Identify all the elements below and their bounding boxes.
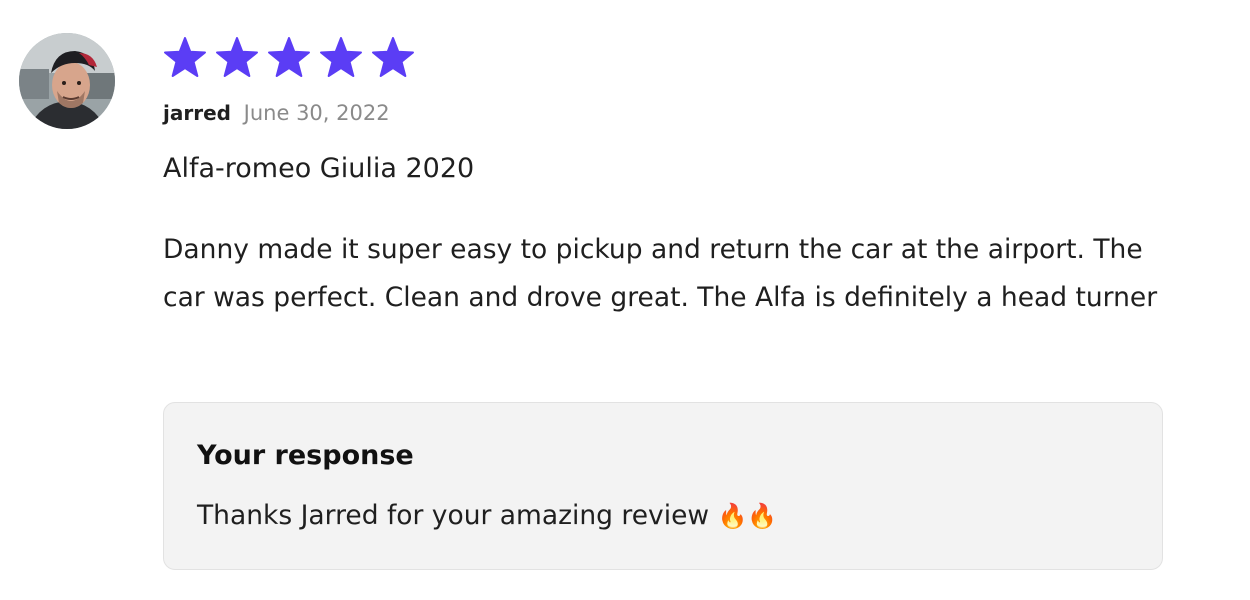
response-text: Thanks Jarred for your amazing review <box>197 500 710 531</box>
star-icon <box>163 37 207 79</box>
response-text-line: Thanks Jarred for your amazing review 🔥🔥 <box>197 499 777 533</box>
star-rating <box>163 37 415 79</box>
star-icon <box>267 37 311 79</box>
review-card: jarred June 30, 2022 Alfa-romeo Giulia 2… <box>0 0 1250 600</box>
vehicle-title: Alfa-romeo Giulia 2020 <box>163 153 475 184</box>
avatar <box>19 33 115 129</box>
response-heading: Your response <box>197 440 414 471</box>
fire-emoji: 🔥🔥 <box>717 502 778 530</box>
review-date: June 30, 2022 <box>243 101 390 125</box>
star-icon <box>371 37 415 79</box>
star-icon <box>319 37 363 79</box>
star-icon <box>215 37 259 79</box>
reviewer-name: jarred <box>163 101 231 125</box>
host-response: Your response Thanks Jarred for your ama… <box>163 402 1163 570</box>
reviewer-photo <box>19 33 115 129</box>
review-meta: jarred June 30, 2022 <box>163 99 390 127</box>
review-text: Danny made it super easy to pickup and r… <box>163 234 1158 313</box>
